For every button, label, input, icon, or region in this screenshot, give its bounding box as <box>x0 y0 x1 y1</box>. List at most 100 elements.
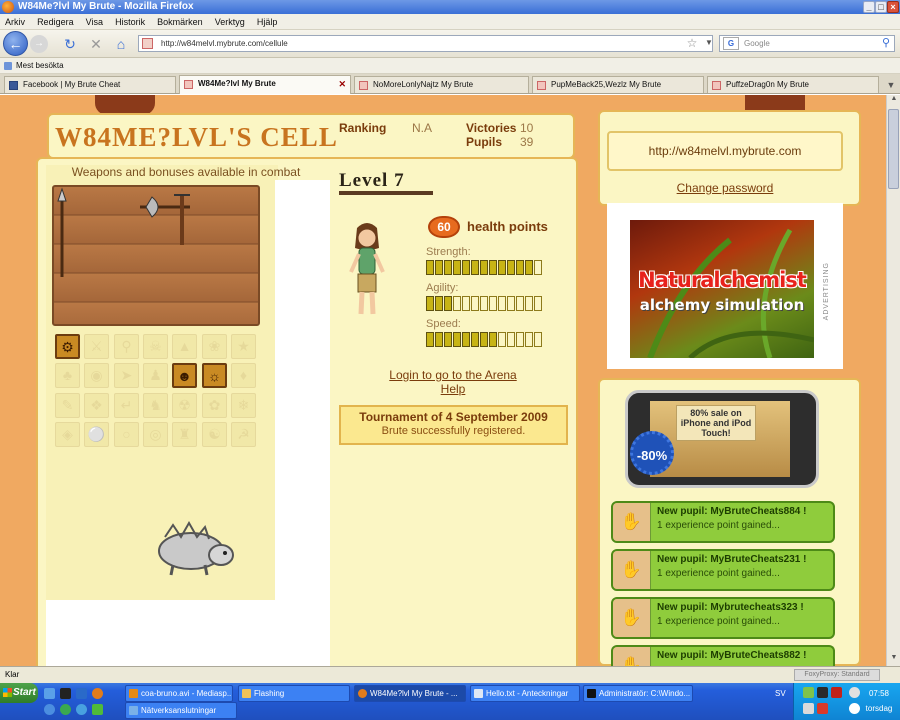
weapon-slot-8[interactable]: ♣ <box>55 363 80 388</box>
quicklaunch-chat-icon[interactable] <box>92 704 103 715</box>
stop-icon[interactable]: ✕ <box>88 36 104 52</box>
language-indicator[interactable]: SV <box>775 689 786 698</box>
menu-redigera[interactable]: Redigera <box>37 14 74 30</box>
tab-pupmeback25[interactable]: PupMeBack25,Wezlz My Brute <box>532 76 704 93</box>
weapon-slot-24[interactable]: ○ <box>114 422 139 447</box>
reload-icon[interactable]: ↻ <box>62 36 78 52</box>
google-icon[interactable]: G <box>723 37 739 50</box>
weapon-slot-27[interactable]: ☯ <box>202 422 227 447</box>
scroll-down-icon[interactable]: ▼ <box>888 654 900 666</box>
pupil-notification[interactable]: ✋ New pupil: MyBruteCheats231 ! 1 experi… <box>611 549 835 591</box>
foxyproxy-status[interactable]: FoxyProxy: Standard <box>794 669 880 681</box>
tab-label: W84Me?lvl My Brute <box>198 79 276 88</box>
weapon-slot-11[interactable]: ♟ <box>143 363 168 388</box>
quicklaunch-green-icon[interactable] <box>60 704 71 715</box>
change-password-link[interactable]: Change password <box>607 181 843 195</box>
url-bar[interactable]: http://w84melvl.mybrute.com/cellule <box>138 35 713 52</box>
quicklaunch-ie-icon[interactable] <box>76 688 87 699</box>
weapon-slot-4[interactable]: ☠ <box>143 334 168 359</box>
tray-shield-icon[interactable] <box>817 687 828 698</box>
tray-clock-icon[interactable] <box>849 703 860 714</box>
quicklaunch-media-icon[interactable] <box>60 688 71 699</box>
weapon-slot-5[interactable]: ▲ <box>172 334 197 359</box>
weapon-slot-18[interactable]: ♞ <box>143 393 168 418</box>
close-button[interactable]: × <box>887 1 899 13</box>
tray-app-icon[interactable] <box>803 687 814 698</box>
tab-facebook[interactable]: Facebook | My Brute Cheat <box>4 76 176 93</box>
tray-network-icon[interactable] <box>849 687 860 698</box>
pupil-notification[interactable]: ✋ New pupil: MyBruteCheats882 ! <box>611 645 835 666</box>
weapon-slot-23[interactable]: ⚪ <box>84 422 109 447</box>
weapon-slot-2[interactable]: ⚔ <box>84 334 109 359</box>
taskbar-item-network[interactable]: Nätverksanslutningar <box>125 702 237 719</box>
search-bar[interactable]: G Google ⚲ <box>719 35 895 52</box>
pupil-notification[interactable]: ✋ New pupil: MyBruteCheats884 ! 1 experi… <box>611 501 835 543</box>
weapon-slot-17[interactable]: ↵ <box>114 393 139 418</box>
menu-verktyg[interactable]: Verktyg <box>215 14 245 30</box>
pupil-title: New pupil: MyBruteCheats882 ! <box>657 650 807 661</box>
tab-list-icon[interactable]: ▼ <box>883 77 899 93</box>
home-icon[interactable]: ⌂ <box>113 36 129 52</box>
pupil-notification[interactable]: ✋ New pupil: Mybrutecheats323 ! 1 experi… <box>611 597 835 639</box>
weapon-slot-6[interactable]: ❀ <box>202 334 227 359</box>
taskbar-item-cmd[interactable]: Administratör: C:\Windo... <box>583 685 693 702</box>
strength-segment <box>525 260 533 275</box>
taskbar-item-notepad[interactable]: Hello.txt - Anteckningar <box>470 685 580 702</box>
menu-visa[interactable]: Visa <box>86 14 103 30</box>
url-dropdown-icon[interactable]: ▼ <box>701 35 717 51</box>
menu-hjalp[interactable]: Hjälp <box>257 14 278 30</box>
weapon-slot-20[interactable]: ✿ <box>202 393 227 418</box>
tab-close-icon[interactable]: ✕ <box>338 76 346 92</box>
scroll-thumb[interactable] <box>888 109 899 189</box>
search-icon[interactable]: ⚲ <box>882 36 890 51</box>
weapon-slot-9[interactable]: ◉ <box>84 363 109 388</box>
taskbar-item-media[interactable]: coa-bruno.avi - Mediasp... <box>125 685 233 702</box>
weapon-slot-28[interactable]: ☭ <box>231 422 256 447</box>
tab-active-w84melvl[interactable]: W84Me?lvl My Brute ✕ <box>179 75 351 94</box>
weapon-slot-13[interactable]: ☼ <box>202 363 227 388</box>
start-button[interactable]: Start <box>0 683 38 703</box>
weapon-slot-22[interactable]: ◈ <box>55 422 80 447</box>
menu-arkiv[interactable]: Arkiv <box>5 14 25 30</box>
quicklaunch-desktop-icon[interactable] <box>44 688 55 699</box>
bookmark-most-visited[interactable]: Mest besökta <box>16 61 64 70</box>
quicklaunch-blue-icon[interactable] <box>76 704 87 715</box>
tab-nomorelonlynajtz[interactable]: NoMoreLonlyNajtz My Brute <box>354 76 529 93</box>
back-button[interactable]: ← <box>3 31 28 56</box>
weapon-slot-14[interactable]: ♦ <box>231 363 256 388</box>
vertical-scrollbar[interactable]: ▲ ▼ <box>886 95 900 666</box>
tray-red-icon[interactable] <box>831 687 842 698</box>
quicklaunch-ie2-icon[interactable] <box>44 704 55 715</box>
taskbar-item-firefox[interactable]: W84Me?lvl My Brute - ... <box>354 685 466 702</box>
weapon-slot-21[interactable]: ❄ <box>231 393 256 418</box>
weapon-slot-19[interactable]: ☢ <box>172 393 197 418</box>
clock-time[interactable]: 07:58 <box>864 689 894 698</box>
login-arena-link[interactable]: Login to go to the Arena <box>340 368 566 382</box>
minimize-button[interactable]: _ <box>863 1 875 13</box>
quicklaunch-firefox-icon[interactable] <box>92 688 103 699</box>
menu-bokmarken[interactable]: Bokmärken <box>157 14 203 30</box>
bookmark-star-icon[interactable]: ☆ <box>684 35 700 51</box>
tab-puffzedrag0n[interactable]: PuffzeDrag0n My Brute <box>707 76 879 93</box>
brute-url-box[interactable]: http://w84melvl.mybrute.com <box>607 131 843 171</box>
maximize-button[interactable]: □ <box>875 1 887 13</box>
weapon-slot-1[interactable]: ⚙ <box>55 334 80 359</box>
forward-button[interactable]: → <box>30 35 48 53</box>
weapon-slot-12[interactable]: ☻ <box>172 363 197 388</box>
firefox-icon <box>2 1 14 13</box>
scroll-up-icon[interactable]: ▲ <box>888 95 900 107</box>
tray-volume-icon[interactable] <box>803 703 814 714</box>
help-link[interactable]: Help <box>340 382 566 396</box>
tray-alert-icon[interactable] <box>817 703 828 714</box>
weapon-slot-26[interactable]: ♜ <box>172 422 197 447</box>
iphone-sale-ad[interactable]: 80% sale on iPhone and iPod Touch! -80% <box>625 390 819 488</box>
menu-historik[interactable]: Historik <box>115 14 145 30</box>
weapon-slot-16[interactable]: ❖ <box>84 393 109 418</box>
weapon-slot-15[interactable]: ✎ <box>55 393 80 418</box>
weapon-slot-25[interactable]: ◎ <box>143 422 168 447</box>
weapon-slot-7[interactable]: ★ <box>231 334 256 359</box>
naturalchemist-ad[interactable]: Naturalchemist alchemy simulation <box>630 220 814 358</box>
taskbar-item-flashing[interactable]: Flashing <box>238 685 350 702</box>
weapon-slot-10[interactable]: ➤ <box>114 363 139 388</box>
weapon-slot-3[interactable]: ⚲ <box>114 334 139 359</box>
